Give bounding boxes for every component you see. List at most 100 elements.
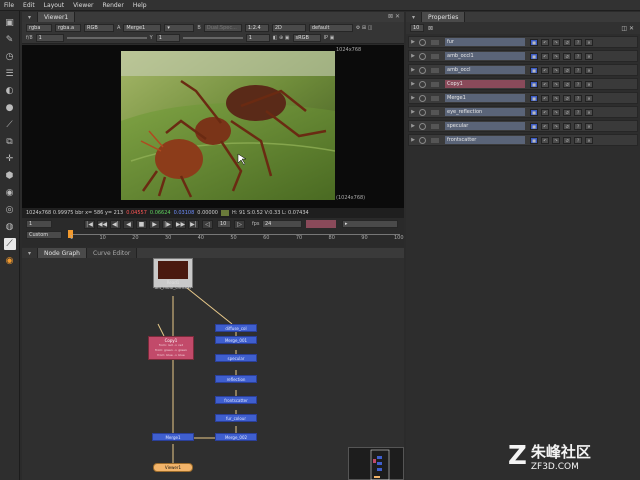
clear-panels-icon[interactable]: ⊠	[428, 25, 433, 32]
pane-menu-icon[interactable]: ▾	[22, 12, 39, 22]
close-button[interactable]: ✕	[585, 80, 593, 88]
last-frame-button[interactable]: ▶|	[188, 220, 199, 229]
property-node-name[interactable]: Merge1	[445, 94, 525, 102]
close-button[interactable]: ✕	[585, 52, 593, 60]
merge-icon[interactable]: ⧉	[4, 136, 16, 148]
undo-button[interactable]: ↶	[541, 108, 549, 116]
view-mode-select[interactable]: 2D	[271, 23, 306, 32]
close-button[interactable]: ✕	[585, 136, 593, 144]
float-button[interactable]: ?	[574, 136, 582, 144]
center-icon[interactable]	[419, 66, 426, 74]
views-icon[interactable]: ◉	[4, 187, 16, 199]
tab-curve-editor[interactable]: Curve Editor	[87, 248, 138, 258]
gamma-field[interactable]: 1	[155, 34, 180, 42]
step-forward-button[interactable]: ▷	[234, 220, 245, 229]
max-panels-field[interactable]: 10	[410, 24, 424, 32]
color-button[interactable]: ■	[530, 108, 538, 116]
fps-field[interactable]: 24	[262, 220, 302, 228]
image-icon[interactable]: ▣	[4, 17, 16, 29]
property-row[interactable]: ▶ amb_occl ■ ↶ ↷ ↺? ✕	[408, 64, 638, 76]
close-button[interactable]: ✕	[585, 122, 593, 130]
merge-node-1[interactable]: Merge_001	[215, 336, 257, 344]
other-icon[interactable]: ◉	[4, 255, 16, 267]
center-icon[interactable]	[419, 122, 426, 130]
metadata-icon[interactable]: ◎	[4, 204, 16, 216]
expand-icon[interactable]: ▶	[409, 39, 417, 45]
property-row[interactable]: ▶ eye_reflection ■ ↶ ↷ ↺? ✕	[408, 106, 638, 118]
float-button[interactable]: ?	[574, 38, 582, 46]
redo-button[interactable]: ↷	[552, 122, 560, 130]
play-forward-button[interactable]: ▶	[149, 220, 160, 229]
property-row[interactable]: ▶ amb_occl1 ■ ↶ ↷ ↺? ✕	[408, 50, 638, 62]
revert-button[interactable]: ↺	[563, 94, 571, 102]
viewer-viewport[interactable]: 1024x768 (1024x768)	[22, 45, 404, 208]
undo-button[interactable]: ↶	[541, 52, 549, 60]
zoom-select[interactable]: 1:2.4	[244, 23, 269, 32]
frame-step-field[interactable]: 10	[217, 220, 231, 228]
shuffle-node-3[interactable]: reflection	[215, 375, 257, 383]
shuffle-node-1[interactable]: diffuse_col	[215, 324, 257, 332]
tab-properties[interactable]: Properties	[422, 12, 466, 22]
float-button[interactable]: ?	[574, 108, 582, 116]
color-button[interactable]: ■	[530, 38, 538, 46]
transform-icon[interactable]: ✛	[4, 153, 16, 165]
expand-icon[interactable]: ▶	[409, 95, 417, 101]
property-node-name[interactable]: eye_reflection	[445, 108, 525, 116]
prev-frame-button[interactable]: ◀|	[110, 220, 121, 229]
frame-field[interactable]: 1	[245, 34, 270, 42]
revert-button[interactable]: ↺	[563, 66, 571, 74]
undo-button[interactable]: ↶	[541, 94, 549, 102]
merge-node-2[interactable]: Merge_002	[215, 433, 257, 441]
pane-menu-icon-2[interactable]: ▾	[22, 248, 39, 258]
float-button[interactable]: ?	[574, 52, 582, 60]
merge-op-select[interactable]: ▾	[164, 23, 195, 32]
panel-close-icon[interactable]: ⊠ ✕	[388, 13, 400, 20]
color-button[interactable]: ■	[530, 94, 538, 102]
layer-select[interactable]: rgba.a	[55, 23, 81, 32]
center-icon[interactable]	[419, 94, 426, 102]
undo-button[interactable]: ↶	[541, 66, 549, 74]
property-row[interactable]: ▶ fur ■ ↶ ↷ ↺? ✕	[408, 36, 638, 48]
input-b-select[interactable]: Dual.Spec...	[203, 23, 242, 32]
menu-edit[interactable]: Edit	[23, 2, 35, 9]
center-icon[interactable]	[419, 136, 426, 144]
menu-layout[interactable]: Layout	[44, 2, 64, 9]
srgb-select[interactable]: sRGB	[292, 34, 321, 42]
filter-icon[interactable]: ●	[4, 102, 16, 114]
close-button[interactable]: ✕	[585, 94, 593, 102]
gain-field[interactable]: 1	[35, 34, 64, 42]
channel-icon[interactable]: ☰	[4, 68, 16, 80]
close-button[interactable]: ✕	[585, 38, 593, 46]
current-frame-field[interactable]: 1	[26, 220, 52, 228]
close-button[interactable]: ✕	[585, 66, 593, 74]
merge-node-final[interactable]: Merge1	[152, 433, 194, 441]
viewer-node[interactable]: Viewer1	[153, 463, 193, 472]
node-graph-canvas[interactable]: Read1 ant_multi_chnl.exr Copy1 from: red…	[22, 258, 404, 480]
color-button[interactable]: ■	[530, 66, 538, 74]
keyer-icon[interactable]: ⟋	[4, 119, 16, 131]
play-backward-button[interactable]: ◀	[123, 220, 134, 229]
node-graph-minimap[interactable]	[348, 447, 404, 480]
menu-file[interactable]: File	[4, 2, 14, 9]
property-node-name[interactable]: fur	[445, 38, 525, 46]
redo-button[interactable]: ↷	[552, 136, 560, 144]
next-frame-button[interactable]: |▶	[162, 220, 173, 229]
expand-icon[interactable]: ▶	[409, 67, 417, 73]
toolsets-icon[interactable]: ⟋	[3, 238, 16, 250]
revert-button[interactable]: ↺	[563, 108, 571, 116]
prev-key-button[interactable]: ◀◀	[97, 220, 108, 229]
viewer-tools-icon[interactable]: ◧ ⊕ ▣	[273, 35, 290, 41]
revert-button[interactable]: ↺	[563, 122, 571, 130]
revert-button[interactable]: ↺	[563, 38, 571, 46]
property-row[interactable]: ▶ frontscatter ■ ↶ ↷ ↺? ✕	[408, 134, 638, 146]
color-button[interactable]: ■	[530, 122, 538, 130]
next-key-button[interactable]: ▶▶	[175, 220, 186, 229]
copy-node[interactable]: Copy1 from: red -> red from: green -> gr…	[148, 336, 194, 360]
revert-button[interactable]: ↺	[563, 136, 571, 144]
center-icon[interactable]	[419, 38, 426, 46]
step-back-button[interactable]: ◁	[202, 220, 213, 229]
revert-button[interactable]: ↺	[563, 80, 571, 88]
colorspace-select[interactable]: RGB	[84, 23, 114, 32]
pane-menu-icon-3[interactable]: ▾	[406, 12, 423, 22]
stop-button[interactable]: ■	[136, 220, 147, 229]
